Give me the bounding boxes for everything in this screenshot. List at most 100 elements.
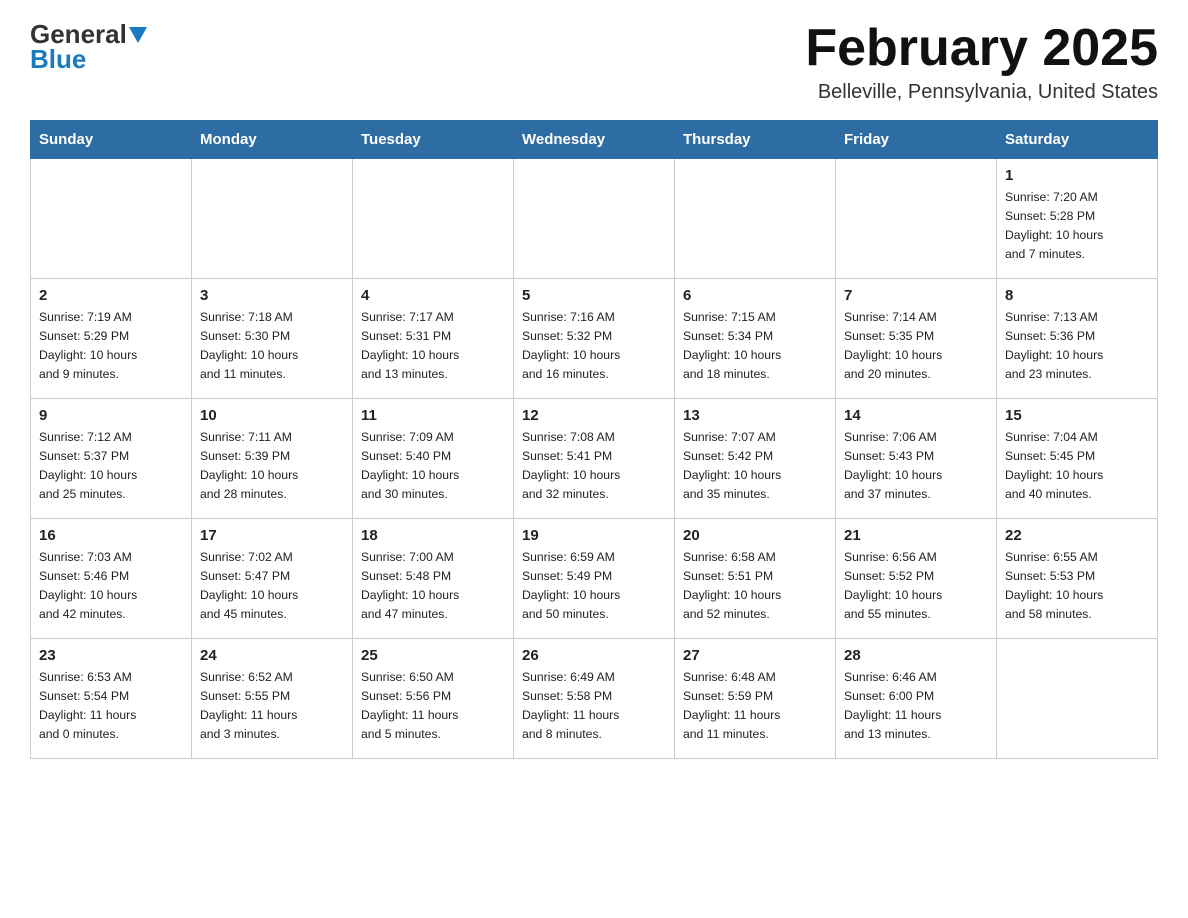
calendar-week-row: 16 Sunrise: 7:03 AM Sunset: 5:46 PM Dayli…: [31, 519, 1158, 639]
calendar-week-row: 2 Sunrise: 7:19 AM Sunset: 5:29 PM Daylig…: [31, 279, 1158, 399]
day-info: Sunrise: 7:19 AM Sunset: 5:29 PM Dayligh…: [39, 308, 183, 384]
day-info: Sunrise: 6:48 AM Sunset: 5:59 PM Dayligh…: [683, 668, 827, 744]
calendar-day-cell: 26 Sunrise: 6:49 AM Sunset: 5:58 PM Dayli…: [514, 639, 675, 759]
calendar-day-cell: 18 Sunrise: 7:00 AM Sunset: 5:48 PM Dayli…: [353, 519, 514, 639]
day-info: Sunrise: 7:20 AM Sunset: 5:28 PM Dayligh…: [1005, 188, 1149, 264]
day-of-week-header: Friday: [836, 121, 997, 159]
day-info: Sunrise: 7:11 AM Sunset: 5:39 PM Dayligh…: [200, 428, 344, 504]
calendar-day-cell: 13 Sunrise: 7:07 AM Sunset: 5:42 PM Dayli…: [675, 399, 836, 519]
day-info: Sunrise: 7:08 AM Sunset: 5:41 PM Dayligh…: [522, 428, 666, 504]
logo: General Blue: [30, 20, 147, 73]
day-info: Sunrise: 7:17 AM Sunset: 5:31 PM Dayligh…: [361, 308, 505, 384]
day-number: 17: [200, 527, 344, 544]
day-info: Sunrise: 7:12 AM Sunset: 5:37 PM Dayligh…: [39, 428, 183, 504]
calendar-week-row: 1 Sunrise: 7:20 AM Sunset: 5:28 PM Daylig…: [31, 159, 1158, 279]
title-block: February 2025 Belleville, Pennsylvania, …: [805, 20, 1158, 104]
calendar-day-cell: 4 Sunrise: 7:17 AM Sunset: 5:31 PM Daylig…: [353, 279, 514, 399]
day-info: Sunrise: 6:49 AM Sunset: 5:58 PM Dayligh…: [522, 668, 666, 744]
day-info: Sunrise: 6:52 AM Sunset: 5:55 PM Dayligh…: [200, 668, 344, 744]
day-number: 5: [522, 287, 666, 304]
calendar-day-cell: 6 Sunrise: 7:15 AM Sunset: 5:34 PM Daylig…: [675, 279, 836, 399]
day-number: 14: [844, 407, 988, 424]
day-of-week-header: Wednesday: [514, 121, 675, 159]
day-number: 6: [683, 287, 827, 304]
day-number: 15: [1005, 407, 1149, 424]
calendar-day-cell: [836, 159, 997, 279]
day-info: Sunrise: 6:59 AM Sunset: 5:49 PM Dayligh…: [522, 548, 666, 624]
day-number: 13: [683, 407, 827, 424]
day-info: Sunrise: 7:03 AM Sunset: 5:46 PM Dayligh…: [39, 548, 183, 624]
calendar-day-cell: 8Sunrise: 7:13 AM Sunset: 5:36 PM Daylig…: [997, 279, 1158, 399]
day-info: Sunrise: 7:06 AM Sunset: 5:43 PM Dayligh…: [844, 428, 988, 504]
day-number: 25: [361, 647, 505, 664]
calendar-day-cell: 19 Sunrise: 6:59 AM Sunset: 5:49 PM Dayli…: [514, 519, 675, 639]
day-info: Sunrise: 6:50 AM Sunset: 5:56 PM Dayligh…: [361, 668, 505, 744]
calendar-day-cell: 10 Sunrise: 7:11 AM Sunset: 5:39 PM Dayli…: [192, 399, 353, 519]
calendar-day-cell: 5 Sunrise: 7:16 AM Sunset: 5:32 PM Daylig…: [514, 279, 675, 399]
day-info: Sunrise: 6:56 AM Sunset: 5:52 PM Dayligh…: [844, 548, 988, 624]
day-info: Sunrise: 7:14 AM Sunset: 5:35 PM Dayligh…: [844, 308, 988, 384]
calendar-day-cell: 1 Sunrise: 7:20 AM Sunset: 5:28 PM Daylig…: [997, 159, 1158, 279]
day-info: Sunrise: 7:15 AM Sunset: 5:34 PM Dayligh…: [683, 308, 827, 384]
day-of-week-header: Thursday: [675, 121, 836, 159]
calendar-header: SundayMondayTuesdayWednesdayThursdayFrid…: [31, 121, 1158, 159]
calendar-day-cell: [997, 639, 1158, 759]
day-number: 9: [39, 407, 183, 424]
calendar-day-cell: 3Sunrise: 7:18 AM Sunset: 5:30 PM Daylig…: [192, 279, 353, 399]
calendar-day-cell: 24 Sunrise: 6:52 AM Sunset: 5:55 PM Dayli…: [192, 639, 353, 759]
day-number: 28: [844, 647, 988, 664]
calendar-day-cell: 12 Sunrise: 7:08 AM Sunset: 5:41 PM Dayli…: [514, 399, 675, 519]
day-number: 4: [361, 287, 505, 304]
calendar-day-cell: 16 Sunrise: 7:03 AM Sunset: 5:46 PM Dayli…: [31, 519, 192, 639]
day-number: 12: [522, 407, 666, 424]
calendar-day-cell: 14 Sunrise: 7:06 AM Sunset: 5:43 PM Dayli…: [836, 399, 997, 519]
day-number: 21: [844, 527, 988, 544]
calendar-day-cell: 27Sunrise: 6:48 AM Sunset: 5:59 PM Dayli…: [675, 639, 836, 759]
day-number: 10: [200, 407, 344, 424]
day-number: 1: [1005, 167, 1149, 184]
calendar-day-cell: 9 Sunrise: 7:12 AM Sunset: 5:37 PM Daylig…: [31, 399, 192, 519]
calendar-day-cell: 23Sunrise: 6:53 AM Sunset: 5:54 PM Dayli…: [31, 639, 192, 759]
day-info: Sunrise: 6:46 AM Sunset: 6:00 PM Dayligh…: [844, 668, 988, 744]
day-info: Sunrise: 7:18 AM Sunset: 5:30 PM Dayligh…: [200, 308, 344, 384]
calendar-day-cell: [31, 159, 192, 279]
month-title: February 2025: [805, 20, 1158, 77]
day-of-week-header: Tuesday: [353, 121, 514, 159]
day-info: Sunrise: 7:00 AM Sunset: 5:48 PM Dayligh…: [361, 548, 505, 624]
day-number: 8: [1005, 287, 1149, 304]
calendar-body: 1 Sunrise: 7:20 AM Sunset: 5:28 PM Daylig…: [31, 159, 1158, 759]
day-info: Sunrise: 7:16 AM Sunset: 5:32 PM Dayligh…: [522, 308, 666, 384]
calendar-day-cell: 22Sunrise: 6:55 AM Sunset: 5:53 PM Dayli…: [997, 519, 1158, 639]
calendar-week-row: 9 Sunrise: 7:12 AM Sunset: 5:37 PM Daylig…: [31, 399, 1158, 519]
calendar-header-row: SundayMondayTuesdayWednesdayThursdayFrid…: [31, 121, 1158, 159]
calendar-day-cell: 11Sunrise: 7:09 AM Sunset: 5:40 PM Dayli…: [353, 399, 514, 519]
day-of-week-header: Sunday: [31, 121, 192, 159]
day-number: 7: [844, 287, 988, 304]
day-number: 16: [39, 527, 183, 544]
calendar-day-cell: 28 Sunrise: 6:46 AM Sunset: 6:00 PM Dayli…: [836, 639, 997, 759]
calendar-table: SundayMondayTuesdayWednesdayThursdayFrid…: [30, 120, 1158, 759]
day-info: Sunrise: 7:07 AM Sunset: 5:42 PM Dayligh…: [683, 428, 827, 504]
page-header: General Blue February 2025 Belleville, P…: [30, 20, 1158, 104]
day-number: 18: [361, 527, 505, 544]
location: Belleville, Pennsylvania, United States: [805, 81, 1158, 104]
calendar-day-cell: [353, 159, 514, 279]
day-info: Sunrise: 6:53 AM Sunset: 5:54 PM Dayligh…: [39, 668, 183, 744]
calendar-day-cell: 25 Sunrise: 6:50 AM Sunset: 5:56 PM Dayli…: [353, 639, 514, 759]
day-info: Sunrise: 6:55 AM Sunset: 5:53 PM Dayligh…: [1005, 548, 1149, 624]
calendar-day-cell: 7 Sunrise: 7:14 AM Sunset: 5:35 PM Daylig…: [836, 279, 997, 399]
calendar-day-cell: 17Sunrise: 7:02 AM Sunset: 5:47 PM Dayli…: [192, 519, 353, 639]
day-number: 2: [39, 287, 183, 304]
day-of-week-header: Monday: [192, 121, 353, 159]
day-info: Sunrise: 7:04 AM Sunset: 5:45 PM Dayligh…: [1005, 428, 1149, 504]
day-number: 24: [200, 647, 344, 664]
calendar-day-cell: 2 Sunrise: 7:19 AM Sunset: 5:29 PM Daylig…: [31, 279, 192, 399]
day-info: Sunrise: 6:58 AM Sunset: 5:51 PM Dayligh…: [683, 548, 827, 624]
calendar-day-cell: 20Sunrise: 6:58 AM Sunset: 5:51 PM Dayli…: [675, 519, 836, 639]
day-number: 26: [522, 647, 666, 664]
logo-blue-text: Blue: [30, 45, 147, 74]
calendar-week-row: 23Sunrise: 6:53 AM Sunset: 5:54 PM Dayli…: [31, 639, 1158, 759]
day-info: Sunrise: 7:09 AM Sunset: 5:40 PM Dayligh…: [361, 428, 505, 504]
day-number: 19: [522, 527, 666, 544]
calendar-day-cell: [514, 159, 675, 279]
